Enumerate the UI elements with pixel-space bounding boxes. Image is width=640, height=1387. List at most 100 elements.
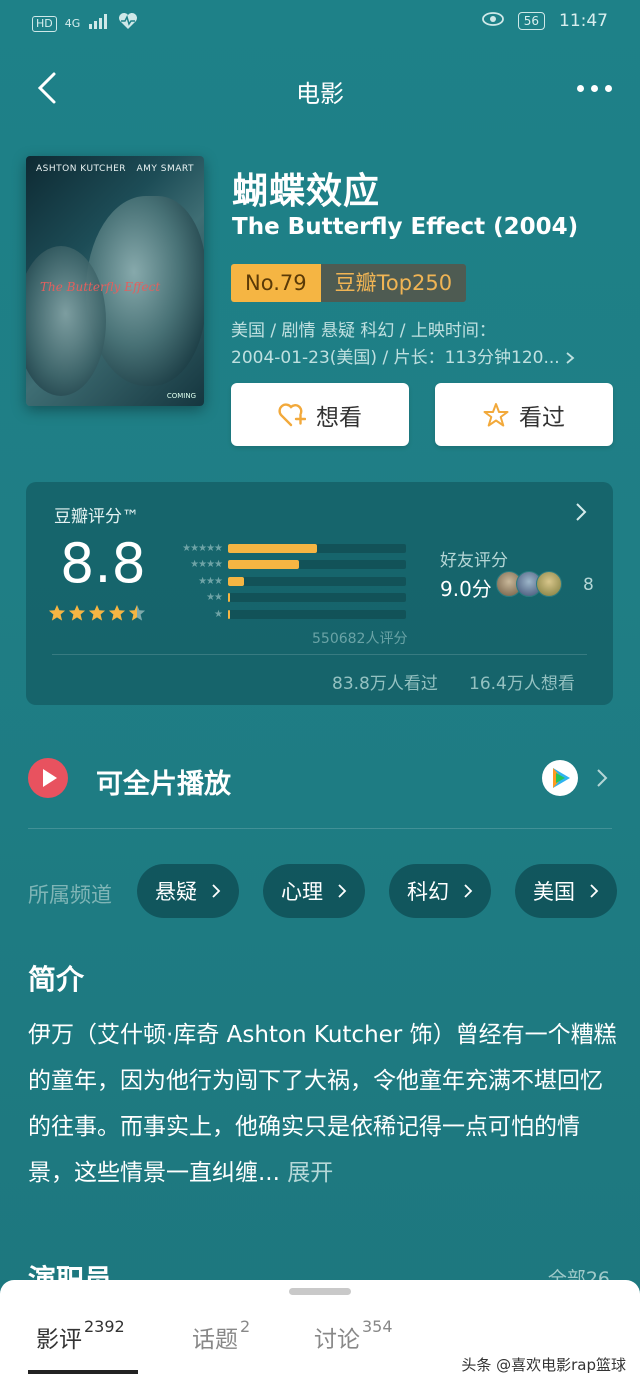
chevron-right-icon	[212, 884, 221, 898]
more-dot-icon	[604, 84, 612, 92]
top250-rank-badge[interactable]: No.79 豆瓣Top250	[231, 264, 467, 302]
intro-heading: 简介	[28, 963, 85, 996]
clock: 11:47	[559, 11, 608, 31]
eye-comfort-icon	[481, 11, 504, 31]
chevron-right-icon	[338, 884, 347, 898]
poster-actors: ASHTON KUTCHER AMY SMART	[36, 164, 194, 174]
want-to-watch-label: 想看	[316, 404, 362, 431]
expand-link[interactable]: 展开	[287, 1160, 333, 1186]
tab-discussions[interactable]: 讨论354	[314, 1317, 393, 1354]
distribution-bar-track	[228, 576, 406, 586]
friend-rating-label: 好友评分	[440, 551, 508, 571]
distribution-bar-track	[228, 543, 406, 553]
distribution-bar-track	[228, 560, 406, 569]
poster-actor-left: ASHTON KUTCHER	[36, 164, 127, 174]
rating-divider	[52, 654, 587, 655]
channel-tag-label: 悬疑	[155, 880, 197, 904]
chevron-right-icon	[566, 352, 575, 364]
distribution-bar-fill	[228, 576, 244, 586]
more-dot-icon	[576, 84, 584, 92]
distribution-stars-label: ★	[214, 608, 223, 620]
section-divider	[28, 828, 612, 829]
chevron-right-icon	[590, 884, 599, 898]
distribution-stars-label: ★★★★	[190, 559, 223, 570]
sheet-drag-handle[interactable]	[289, 1288, 351, 1295]
rating-count: 550682人评分	[312, 631, 408, 647]
meta-release-text: 2004-01-23(美国) / 片长：113分钟120...	[231, 348, 560, 368]
want-to-watch-button[interactable]: 想看	[231, 383, 409, 446]
wish-count: 16.4万人想看	[469, 674, 575, 694]
movie-meta[interactable]: 美国 / 剧情 悬疑 科幻 / 上映时间： 2004-01-23(美国) / 片…	[231, 318, 611, 372]
meta-line-release: 2004-01-23(美国) / 片长：113分钟120...	[231, 345, 611, 372]
distribution-bar-track	[228, 593, 406, 602]
tab-count: 354	[362, 1317, 393, 1336]
more-options-button[interactable]	[574, 70, 614, 106]
watched-label: 看过	[519, 404, 565, 431]
tab-label: 影评	[36, 1327, 82, 1353]
rating-star-icon	[68, 604, 86, 621]
poster-title: The Butterfly Effect	[40, 280, 161, 294]
distribution-row: ★	[164, 606, 406, 622]
rating-stars	[48, 604, 146, 622]
distribution-row: ★★★★★	[164, 540, 406, 556]
distribution-bar-fill	[228, 609, 230, 619]
chevron-right-icon	[464, 884, 473, 898]
chevron-right-icon[interactable]	[575, 502, 587, 522]
channels-label: 所属频道	[28, 883, 112, 907]
watermark: 头条 @喜欢电影rap篮球	[461, 1356, 626, 1374]
channel-tag-psychology[interactable]: 心理	[263, 864, 365, 918]
tab-topics[interactable]: 话题2	[192, 1317, 251, 1354]
distribution-stars-label: ★★★	[198, 575, 223, 587]
distribution-bar-fill	[228, 543, 317, 553]
heart-rate-icon	[118, 12, 138, 35]
chevron-right-icon	[597, 769, 608, 787]
play-icon	[28, 758, 68, 798]
channel-tag-usa[interactable]: 美国	[515, 864, 617, 918]
watched-button[interactable]: 看过	[435, 383, 613, 446]
channel-tag-scifi[interactable]: 科幻	[389, 864, 491, 918]
network-label: 4G	[64, 17, 81, 30]
rating-star-icon	[128, 604, 146, 621]
poster-actor-right: AMY SMART	[136, 164, 194, 174]
reviews-bottom-sheet[interactable]: 影评2392 话题2 讨论354 头条 @喜欢电影rap篮球	[0, 1280, 640, 1387]
play-label: 可全片播放	[96, 769, 231, 800]
distribution-bar-fill	[228, 560, 299, 569]
tencent-video-icon	[542, 760, 578, 796]
tab-label: 话题	[192, 1327, 238, 1353]
distribution-row: ★★★	[164, 573, 406, 589]
movie-title: 蝴蝶效应	[232, 171, 381, 212]
intro-text: 伊万（艾什顿·库奇 Ashton Kutcher 饰）曾经有一个糟糕的童年，因为…	[28, 1012, 618, 1196]
seen-count: 83.8万人看过	[332, 674, 438, 694]
poster-coming: COMING	[166, 392, 196, 400]
heart-plus-icon	[278, 402, 306, 426]
avatar	[536, 571, 562, 597]
movie-original-title: The Butterfly Effect (2004)	[232, 214, 579, 240]
play-row[interactable]: 可全片播放	[0, 740, 640, 826]
distribution-bar-fill	[228, 593, 230, 602]
distribution-row: ★★★★	[164, 557, 406, 573]
tab-label: 讨论	[314, 1327, 360, 1353]
friend-avatars[interactable]	[496, 571, 562, 597]
battery-indicator: 56	[517, 12, 545, 30]
signal-icon	[88, 13, 110, 34]
distribution-row: ★★	[164, 590, 406, 606]
rating-distribution: ★★★★★ ★★★★ ★★★ ★★ ★	[164, 540, 406, 623]
top-nav-bar: 电影	[0, 56, 640, 120]
rating-star-icon	[48, 604, 66, 621]
status-right: 56 11:47	[481, 11, 608, 31]
channel-tag-label: 科幻	[407, 880, 449, 904]
tab-count: 2	[240, 1317, 251, 1336]
meta-line-genre: 美国 / 剧情 悬疑 科幻 / 上映时间：	[231, 321, 496, 341]
tab-reviews[interactable]: 影评2392	[36, 1317, 125, 1354]
friend-rating-count: 8	[583, 575, 594, 595]
channel-tag-suspense[interactable]: 悬疑	[137, 864, 239, 918]
rating-card[interactable]: 豆瓣评分™ 8.8 ★★★★★ ★★★★ ★★★ ★★ ★ 550682人评分 好友评分…	[26, 482, 613, 705]
status-bar: HD 4G 56 11:47	[0, 0, 640, 44]
rating-star-icon	[108, 604, 126, 621]
status-left: HD 4G	[32, 12, 138, 35]
page-title: 电影	[296, 80, 344, 108]
hd-badge: HD	[32, 15, 57, 32]
movie-poster[interactable]: ASHTON KUTCHER AMY SMART The Butterfly E…	[26, 156, 204, 406]
rating-score: 8.8	[60, 532, 146, 595]
tab-count: 2392	[84, 1317, 125, 1336]
